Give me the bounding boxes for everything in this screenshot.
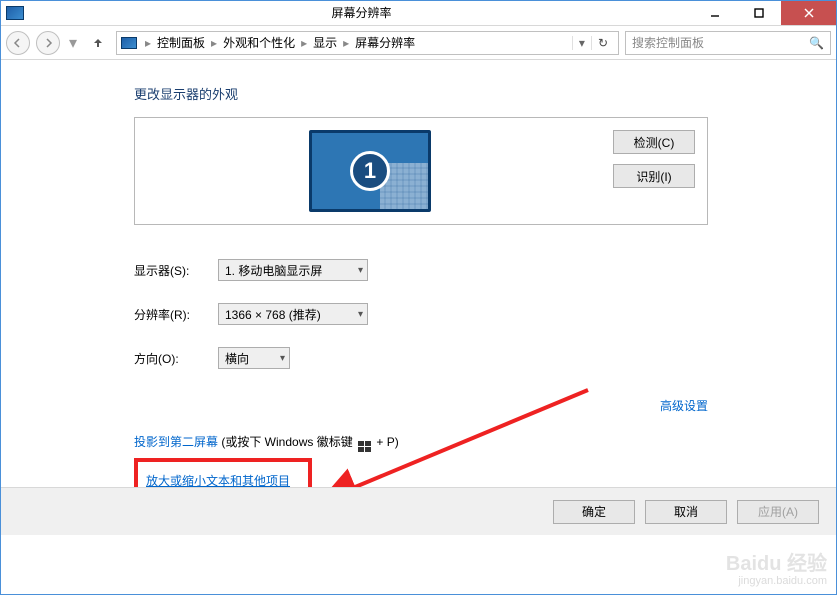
back-button[interactable]: [6, 31, 30, 55]
main-content: 更改显示器的外观 1 检测(C) 识别(I) 显示器(S): 1. 移动电脑显示…: [0, 60, 837, 526]
watermark-url: jingyan.baidu.com: [726, 575, 827, 587]
address-dropdown[interactable]: ▾: [572, 36, 591, 50]
page-heading: 更改显示器的外观: [134, 84, 837, 103]
monitor-preview-panel: 1 检测(C) 识别(I): [134, 117, 708, 225]
zoom-text-link[interactable]: 放大或缩小文本和其他项目: [146, 474, 290, 488]
search-icon[interactable]: 🔍: [809, 36, 824, 50]
chevron-down-icon: ▾: [280, 353, 285, 364]
search-placeholder: 搜索控制面板: [632, 34, 704, 51]
identify-button[interactable]: 识别(I): [613, 164, 695, 188]
project-link[interactable]: 投影到第二屏幕: [134, 435, 218, 449]
resolution-select[interactable]: 1366 × 768 (推荐)▾: [218, 303, 368, 325]
breadcrumb-item[interactable]: 控制面板: [153, 34, 209, 51]
breadcrumb-item[interactable]: 屏幕分辨率: [351, 34, 419, 51]
search-input[interactable]: 搜索控制面板 🔍: [625, 31, 831, 55]
windows-key-icon: [358, 441, 371, 452]
dialog-button-bar: 确定 取消 应用(A): [0, 487, 837, 535]
advanced-settings-link[interactable]: 高级设置: [660, 399, 708, 413]
title-bar: 屏幕分辨率: [0, 0, 837, 26]
chevron-down-icon: ▾: [358, 265, 363, 276]
window-title: 屏幕分辨率: [332, 4, 392, 21]
advanced-settings-row: 高级设置: [134, 397, 708, 415]
forward-button[interactable]: [36, 31, 60, 55]
chevron-right-icon[interactable]: ▸: [143, 36, 153, 50]
display-select[interactable]: 1. 移动电脑显示屏▾: [218, 259, 368, 281]
breadcrumb-item[interactable]: 外观和个性化: [219, 34, 299, 51]
navigation-toolbar: ▾ ▸ 控制面板 ▸ 外观和个性化 ▸ 显示 ▸ 屏幕分辨率 ▾ ↻ 搜索控制面…: [0, 26, 837, 60]
breadcrumb-item[interactable]: 显示: [309, 34, 341, 51]
maximize-button[interactable]: [737, 1, 781, 25]
orientation-row: 方向(O): 横向▾: [134, 347, 837, 369]
history-dropdown[interactable]: ▾: [66, 33, 80, 53]
close-button[interactable]: [781, 1, 837, 25]
display-row: 显示器(S): 1. 移动电脑显示屏▾: [134, 259, 837, 281]
chevron-down-icon: ▾: [358, 309, 363, 320]
chevron-right-icon[interactable]: ▸: [209, 36, 219, 50]
apply-button[interactable]: 应用(A): [737, 500, 819, 524]
ok-button[interactable]: 确定: [553, 500, 635, 524]
chevron-right-icon[interactable]: ▸: [341, 36, 351, 50]
monitor-number: 1: [350, 151, 390, 191]
control-panel-icon: [6, 6, 24, 20]
chevron-right-icon[interactable]: ▸: [299, 36, 309, 50]
address-bar[interactable]: ▸ 控制面板 ▸ 外观和个性化 ▸ 显示 ▸ 屏幕分辨率 ▾ ↻: [116, 31, 619, 55]
cancel-button[interactable]: 取消: [645, 500, 727, 524]
watermark: Baidu 经验 jingyan.baidu.com: [726, 553, 827, 587]
orientation-label: 方向(O):: [134, 350, 218, 367]
detect-button[interactable]: 检测(C): [613, 130, 695, 154]
control-panel-icon: [121, 37, 137, 49]
display-label: 显示器(S):: [134, 262, 218, 279]
monitor-thumbnail[interactable]: 1: [309, 130, 431, 212]
resolution-row: 分辨率(R): 1366 × 768 (推荐)▾: [134, 303, 837, 325]
minimize-button[interactable]: [693, 1, 737, 25]
orientation-select[interactable]: 横向▾: [218, 347, 290, 369]
window-controls: [693, 1, 837, 25]
project-line: 投影到第二屏幕 (或按下 Windows 徽标键 + P): [134, 433, 837, 452]
up-button[interactable]: [86, 31, 110, 55]
refresh-icon[interactable]: ↻: [591, 36, 614, 50]
watermark-brand: Baidu 经验: [726, 553, 827, 575]
resolution-label: 分辨率(R):: [134, 306, 218, 323]
